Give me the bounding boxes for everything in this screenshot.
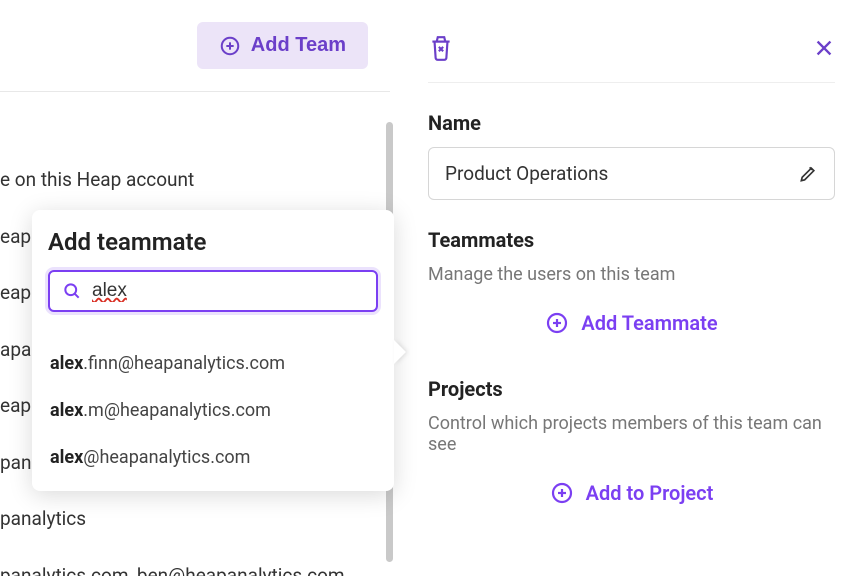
search-input[interactable] <box>92 280 364 302</box>
add-to-project-button[interactable]: Add to Project <box>428 481 835 505</box>
search-result[interactable]: alex.m@heapanalytics.com <box>48 387 378 434</box>
header-row: Add Team <box>0 0 390 92</box>
add-to-project-label: Add to Project <box>586 481 714 505</box>
search-results: alex.finn@heapanalytics.com alex.m@heapa… <box>48 340 378 481</box>
search-result[interactable]: alex.finn@heapanalytics.com <box>48 340 378 387</box>
add-teammate-popover: Add teammate alex.finn@heapanalytics.com… <box>32 210 394 491</box>
plus-circle-icon <box>545 311 569 335</box>
projects-sub: Control which projects members of this t… <box>428 413 835 455</box>
list-item: e on this Heap account <box>0 152 390 209</box>
detail-panel: Name Product Operations Teammates Manage… <box>400 0 863 576</box>
name-label: Name <box>428 111 835 135</box>
close-icon[interactable] <box>813 37 835 59</box>
add-teammate-button[interactable]: Add Teammate <box>428 311 835 335</box>
pencil-icon[interactable] <box>798 164 818 184</box>
teammates-label: Teammates <box>428 228 835 252</box>
add-team-label: Add Team <box>251 34 346 57</box>
name-field[interactable]: Product Operations <box>428 147 835 200</box>
list-item: panalytics <box>0 491 390 548</box>
search-icon <box>62 281 82 301</box>
popover-pointer <box>394 340 406 364</box>
projects-label: Projects <box>428 377 835 401</box>
trash-icon[interactable] <box>428 34 454 62</box>
plus-circle-icon <box>219 35 241 57</box>
add-teammate-label: Add Teammate <box>581 311 717 335</box>
teammates-sub: Manage the users on this team <box>428 264 835 285</box>
popover-title: Add teammate <box>48 228 378 256</box>
list-item: panalytics.com, ben@heapanalytics.com <box>0 548 390 576</box>
add-team-button[interactable]: Add Team <box>197 22 368 69</box>
search-result[interactable]: alex@heapanalytics.com <box>48 434 378 481</box>
name-value: Product Operations <box>445 162 608 185</box>
plus-circle-icon <box>550 481 574 505</box>
search-box[interactable] <box>48 270 378 312</box>
